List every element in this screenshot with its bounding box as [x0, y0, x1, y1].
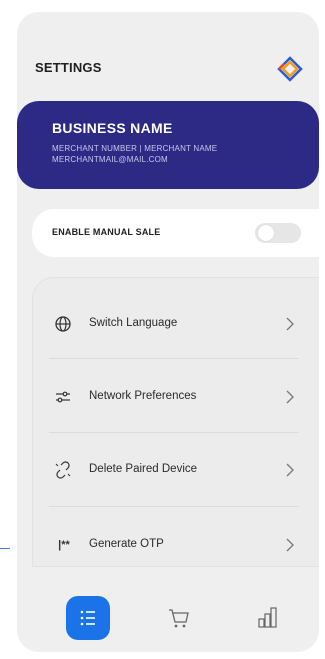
bar-chart-icon [258, 607, 277, 628]
chevron-right-icon [286, 538, 294, 552]
merchant-info: MERCHANT NUMBER | MERCHANT NAME MERCHANT… [52, 143, 319, 165]
chevron-right-icon [286, 317, 294, 331]
sliders-icon [56, 391, 70, 403]
password-icon: |** [58, 539, 70, 551]
page-title: SETTINGS [35, 60, 102, 75]
menu-item-label: Delete Paired Device [89, 463, 198, 475]
bottom-nav [17, 588, 319, 652]
menu-item-switch-language[interactable]: Switch Language [33, 304, 320, 344]
globe-icon [55, 316, 71, 332]
business-card: BUSINESS NAME MERCHANT NUMBER | MERCHANT… [17, 101, 319, 189]
menu-item-label: Network Preferences [89, 390, 197, 402]
divider [49, 432, 299, 433]
menu-item-network-preferences[interactable]: Network Preferences [33, 377, 320, 417]
nav-reports-button[interactable] [246, 596, 290, 640]
manual-sale-toggle[interactable] [255, 223, 301, 243]
divider [49, 358, 299, 359]
list-icon [80, 610, 95, 626]
cart-icon [169, 609, 189, 628]
merchant-line: MERCHANT NUMBER | MERCHANT NAME [52, 144, 218, 153]
menu-item-label: Generate OTP [89, 538, 164, 550]
chevron-right-icon [286, 463, 294, 477]
edge-marker [0, 548, 10, 549]
toggle-knob [258, 225, 274, 241]
diamond-logo-icon [277, 56, 303, 82]
nav-list-button[interactable] [66, 596, 110, 640]
menu-item-generate-otp[interactable]: |** Generate OTP [33, 525, 320, 565]
manual-sale-label: ENABLE MANUAL SALE [52, 227, 161, 237]
menu-item-label: Switch Language [89, 317, 178, 329]
page-header: SETTINGS [35, 56, 305, 82]
divider [49, 506, 299, 507]
manual-sale-row: ENABLE MANUAL SALE [32, 209, 319, 257]
broken-link-icon [55, 461, 71, 479]
chevron-right-icon [286, 390, 294, 404]
menu-item-delete-paired-device[interactable]: Delete Paired Device [33, 450, 320, 490]
merchant-email: MERCHANTMAIL@MAIL.COM [52, 155, 168, 164]
business-name: BUSINESS NAME [52, 120, 173, 136]
nav-cart-button[interactable] [157, 596, 201, 640]
settings-menu: Switch Language Network Preferences Dele… [32, 277, 319, 567]
